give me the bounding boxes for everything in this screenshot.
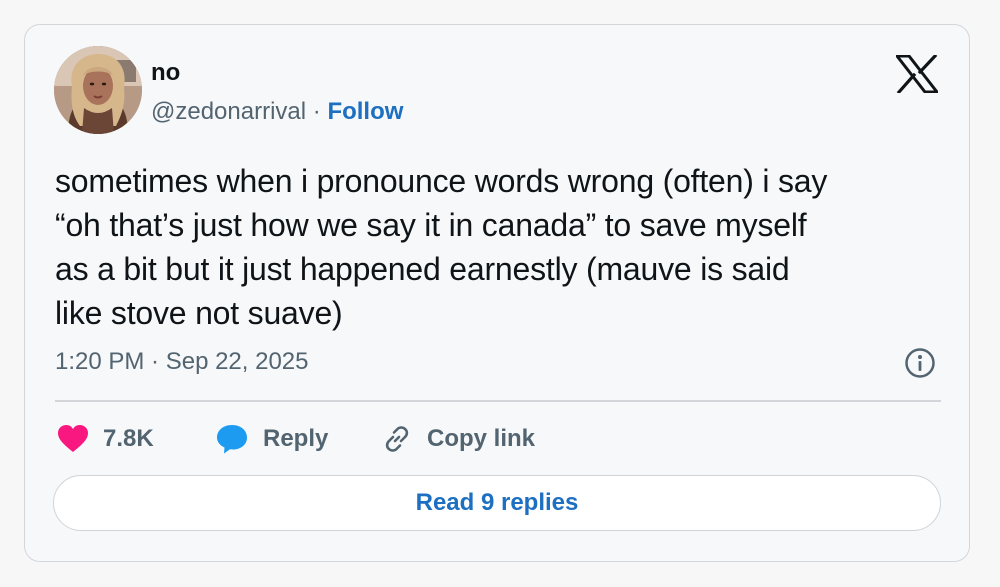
author-handle[interactable]: @zedonarrival bbox=[151, 98, 306, 125]
handle-separator: · bbox=[306, 98, 328, 125]
x-logo-icon[interactable] bbox=[893, 53, 941, 95]
link-icon bbox=[385, 426, 409, 452]
tweet-text-line: like stove not suave) bbox=[55, 295, 343, 331]
reply-button[interactable]: Reply bbox=[215, 421, 328, 457]
copy-link-label: Copy link bbox=[427, 425, 536, 452]
like-button[interactable]: 7.8K bbox=[57, 421, 154, 457]
speech-bubble-icon bbox=[217, 425, 247, 454]
info-icon[interactable] bbox=[904, 347, 936, 379]
read-replies-button[interactable]: Read 9 replies bbox=[53, 475, 941, 531]
author-display-name[interactable]: no bbox=[151, 59, 180, 87]
follow-button[interactable]: Follow bbox=[327, 98, 403, 125]
heart-icon bbox=[58, 425, 88, 452]
divider bbox=[55, 400, 941, 402]
tweet-card: no @zedonarrival · Follow sometimes when… bbox=[24, 24, 970, 562]
tweet-timestamp[interactable]: 1:20 PM · Sep 22, 2025 bbox=[55, 347, 309, 377]
tweet-text: sometimes when i pronounce words wrong (… bbox=[55, 159, 955, 335]
author-handle-row: @zedonarrival · Follow bbox=[151, 97, 403, 127]
like-count: 7.8K bbox=[103, 425, 154, 452]
avatar[interactable] bbox=[54, 46, 142, 134]
tweet-text-line: “oh that’s just how we say it in canada”… bbox=[55, 207, 807, 243]
tweet-text-line: sometimes when i pronounce words wrong (… bbox=[55, 163, 828, 199]
profile-photo bbox=[54, 46, 142, 134]
reply-label: Reply bbox=[263, 425, 329, 452]
copy-link-button[interactable]: Copy link bbox=[381, 421, 535, 457]
tweet-text-line: as a bit but it just happened earnestly … bbox=[55, 251, 790, 287]
